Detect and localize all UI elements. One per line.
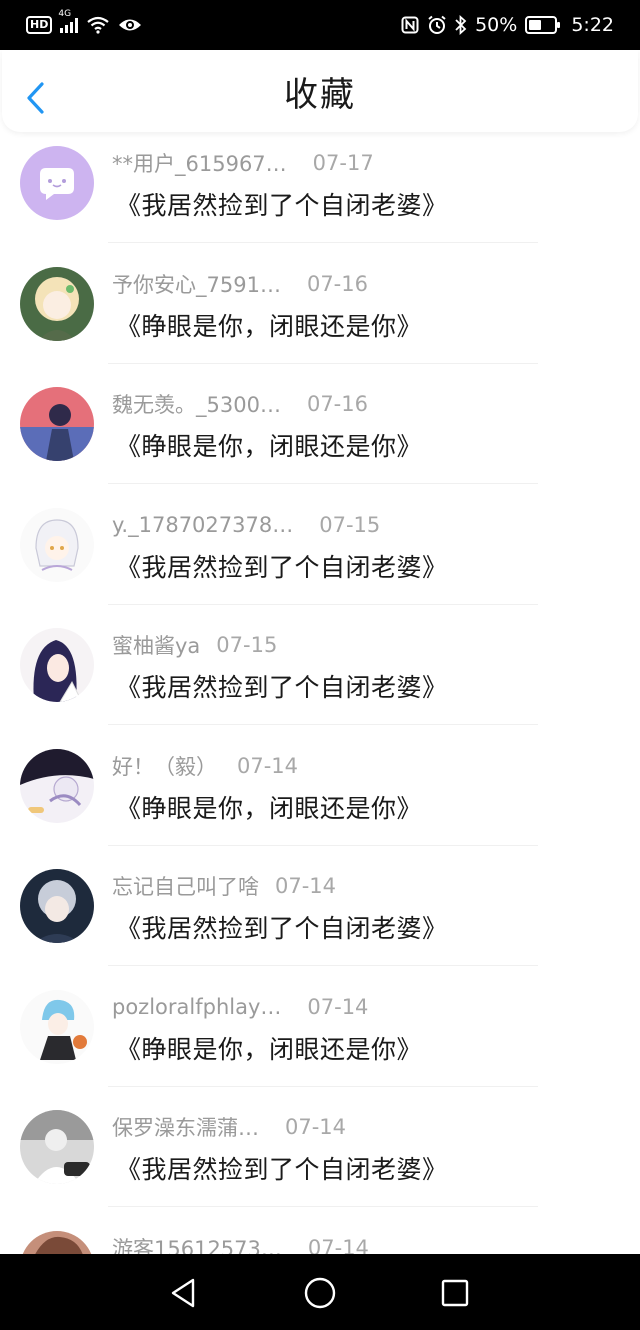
favorites-screen: 收藏 **用户_615967… 07-17 《我居然捡到了个自闭老婆》 予你安心… xyxy=(0,50,640,1254)
battery-percent: 50% xyxy=(475,14,518,36)
item-date: 07-16 xyxy=(306,392,368,416)
divider xyxy=(108,1085,538,1087)
item-meta: 保罗澡东濡蒲… 07-14 xyxy=(112,1113,346,1141)
chevron-left-icon[interactable] xyxy=(22,80,50,116)
book-title[interactable]: 《我居然捡到了个自闭老婆》 xyxy=(116,668,448,704)
item-date: 07-14 xyxy=(237,753,299,778)
divider xyxy=(108,844,538,846)
battery-icon xyxy=(525,16,561,34)
user-name[interactable]: **用户_615967… xyxy=(112,148,287,178)
item-meta: pozloralfphlay… 07-14 xyxy=(112,993,368,1021)
avatar[interactable] xyxy=(20,989,94,1064)
item-meta: **用户_615967… 07-17 xyxy=(112,149,374,177)
eye-icon xyxy=(119,19,142,31)
avatar[interactable] xyxy=(20,748,94,823)
header: 收藏 xyxy=(2,50,638,132)
alarm-icon xyxy=(428,15,446,34)
user-name[interactable]: 蜜柚酱ya xyxy=(112,630,200,660)
list-item[interactable]: 好！（毅） 07-14 《睁眼是你，闭眼还是你》 xyxy=(0,739,640,860)
list-item[interactable]: 予你安心_7591… 07-16 《睁眼是你，闭眼还是你》 xyxy=(0,257,640,378)
book-title[interactable]: 《睁眼是你，闭眼还是你》 xyxy=(116,789,422,825)
list-item[interactable]: y._1787027378… 07-15 《我居然捡到了个自闭老婆》 xyxy=(0,498,640,619)
system-nav-bar xyxy=(0,1254,640,1330)
clock: 5:22 xyxy=(571,14,614,36)
avatar[interactable] xyxy=(20,146,94,220)
nfc-icon xyxy=(401,16,419,34)
divider xyxy=(108,362,538,364)
item-date: 07-14 xyxy=(285,1115,347,1139)
list-item[interactable]: 游客15612573… 07-14 xyxy=(0,1221,640,1255)
status-left: HD 4G xyxy=(26,9,142,34)
item-meta: y._1787027378… 07-15 xyxy=(112,511,380,539)
recents-square-icon[interactable] xyxy=(438,1276,472,1310)
list-item[interactable]: 保罗澡东濡蒲… 07-14 《我居然捡到了个自闭老婆》 xyxy=(0,1100,640,1221)
item-date: 07-17 xyxy=(312,151,374,175)
item-date: 07-15 xyxy=(319,512,381,537)
divider xyxy=(108,1206,538,1207)
avatar[interactable] xyxy=(20,387,94,461)
item-date: 07-14 xyxy=(307,1235,369,1255)
divider xyxy=(108,242,538,243)
book-title[interactable]: 《我居然捡到了个自闭老婆》 xyxy=(116,1150,448,1186)
item-meta: 予你安心_7591… 07-16 xyxy=(112,270,368,298)
divider xyxy=(108,603,538,605)
item-meta: 好！（毅） 07-14 xyxy=(112,752,298,780)
item-date: 07-15 xyxy=(216,633,278,657)
favorites-list: **用户_615967… 07-17 《我居然捡到了个自闭老婆》 予你安心_75… xyxy=(0,136,640,1254)
hd-icon: HD xyxy=(26,16,53,34)
avatar[interactable] xyxy=(20,869,94,943)
status-right: 50% 5:22 xyxy=(401,14,614,36)
user-name[interactable]: pozloralfphlay… xyxy=(112,995,281,1019)
back-triangle-icon[interactable] xyxy=(167,1276,201,1310)
user-name[interactable]: 游客15612573… xyxy=(112,1233,282,1255)
book-title[interactable]: 《睁眼是你，闭眼还是你》 xyxy=(116,1030,422,1066)
item-date: 07-16 xyxy=(306,271,368,296)
user-name[interactable]: 忘记自己叫了啥 xyxy=(112,871,259,901)
divider xyxy=(108,965,538,966)
list-item[interactable]: 魏无羡。_5300… 07-16 《睁眼是你，闭眼还是你》 xyxy=(0,377,640,498)
list-item[interactable]: pozloralfphlay… 07-14 《睁眼是你，闭眼还是你》 xyxy=(0,980,640,1101)
user-name[interactable]: 保罗澡东濡蒲… xyxy=(112,1112,259,1142)
book-title[interactable]: 《睁眼是你，闭眼还是你》 xyxy=(116,427,422,463)
divider xyxy=(108,483,538,484)
avatar[interactable] xyxy=(20,1230,94,1254)
divider xyxy=(108,724,538,725)
signal-icon: 4G xyxy=(58,9,79,33)
avatar[interactable] xyxy=(20,266,94,341)
avatar[interactable] xyxy=(20,507,94,582)
home-circle-icon[interactable] xyxy=(303,1276,337,1310)
item-meta: 游客15612573… 07-14 xyxy=(112,1234,369,1255)
user-name[interactable]: 好！（毅） xyxy=(112,751,217,781)
avatar[interactable] xyxy=(20,628,94,702)
item-meta: 忘记自己叫了啥 07-14 xyxy=(112,872,336,900)
item-date: 07-14 xyxy=(307,994,369,1019)
list-item[interactable]: 蜜柚酱ya 07-15 《我居然捡到了个自闭老婆》 xyxy=(0,618,640,739)
book-title[interactable]: 《我居然捡到了个自闭老婆》 xyxy=(116,909,448,945)
wifi-icon xyxy=(87,16,110,34)
bluetooth-icon xyxy=(455,15,467,35)
status-bar: HD 4G 50% 5:22 xyxy=(0,0,640,50)
avatar[interactable] xyxy=(20,1110,94,1184)
user-name[interactable]: 魏无羡。_5300… xyxy=(112,389,281,419)
item-meta: 蜜柚酱ya 07-15 xyxy=(112,631,277,659)
user-name[interactable]: 予你安心_7591… xyxy=(112,269,281,299)
list-item[interactable]: **用户_615967… 07-17 《我居然捡到了个自闭老婆》 xyxy=(0,136,640,257)
book-title[interactable]: 《我居然捡到了个自闭老婆》 xyxy=(116,548,448,584)
book-title[interactable]: 《我居然捡到了个自闭老婆》 xyxy=(116,186,448,222)
user-name[interactable]: y._1787027378… xyxy=(112,513,293,537)
page-title: 收藏 xyxy=(284,74,356,115)
item-date: 07-14 xyxy=(275,874,337,898)
item-meta: 魏无羡。_5300… 07-16 xyxy=(112,390,368,418)
list-item[interactable]: 忘记自己叫了啥 07-14 《我居然捡到了个自闭老婆》 xyxy=(0,859,640,980)
book-title[interactable]: 《睁眼是你，闭眼还是你》 xyxy=(116,307,422,343)
